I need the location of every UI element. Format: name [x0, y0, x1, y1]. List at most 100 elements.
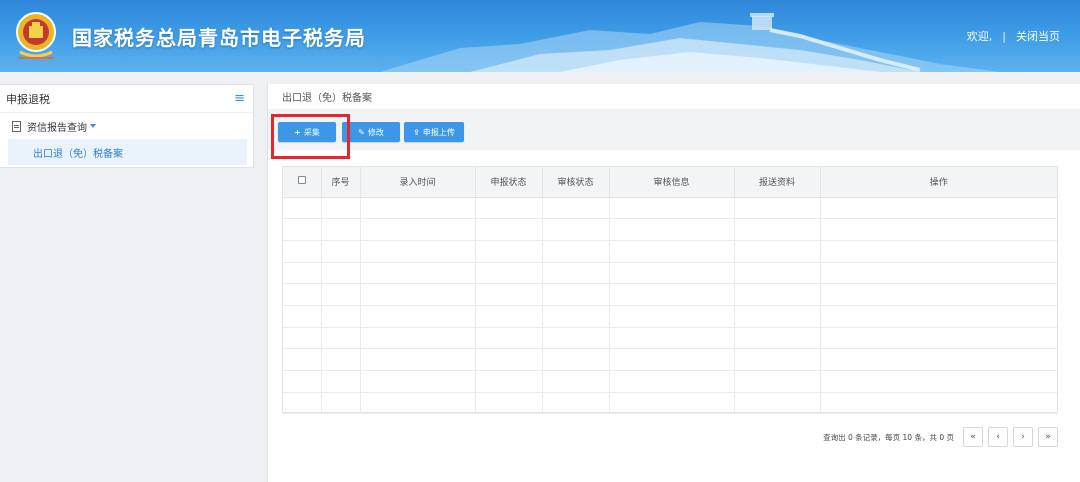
table-row: [283, 392, 1057, 415]
sidebar-item-export-tax-filing[interactable]: 出口退（免）税备案: [8, 139, 247, 165]
table-cell: [542, 240, 610, 263]
site-header: 国家税务总局青岛市电子税务局 欢迎, | 关闭当页: [0, 0, 1080, 72]
table-cell: [609, 327, 735, 350]
first-page-button[interactable]: «: [963, 427, 983, 447]
table-row: [283, 327, 1057, 350]
pagination: 查询出 0 条记录，每页 10 条，共 0 页 « ‹ › »: [823, 427, 1058, 447]
table-body: [283, 197, 1057, 415]
data-table: 序号 录入时间 申报状态 审核状态 审核信息 报送资料 操作: [282, 166, 1058, 415]
table-cell: [609, 283, 735, 306]
table-cell: [360, 197, 476, 220]
modify-button-label: 修改: [367, 127, 384, 137]
sidebar-title: 申报退税: [6, 92, 50, 106]
table-cell: [734, 348, 821, 371]
table-cell: [283, 348, 322, 371]
document-icon: [12, 120, 21, 132]
table-cell: [734, 218, 821, 241]
table-cell: [475, 348, 543, 371]
table-cell: [283, 283, 322, 306]
chevron-down-icon: [90, 124, 96, 128]
modify-button[interactable]: ✎ 修改: [342, 122, 400, 142]
table-cell: [475, 370, 543, 393]
breadcrumb: 出口退（免）税备案: [268, 84, 1080, 110]
table-cell: [820, 197, 1057, 220]
table-cell: [820, 392, 1057, 415]
table-header-row: 序号 录入时间 申报状态 审核状态 审核信息 报送资料 操作: [283, 167, 1057, 198]
table-cell: [475, 327, 543, 350]
breadcrumb-current: 出口退（免）税备案: [282, 93, 372, 104]
table-cell: [820, 348, 1057, 371]
select-all-header: [283, 167, 322, 198]
table-cell: [360, 348, 476, 371]
collect-button-label: 采集: [303, 127, 320, 137]
table-cell: [360, 392, 476, 415]
table-cell: [542, 348, 610, 371]
close-page-link[interactable]: 关闭当页: [1016, 28, 1060, 44]
table-cell: [360, 262, 476, 285]
edit-icon: ✎: [358, 127, 365, 137]
collect-button[interactable]: + 采集: [278, 122, 336, 142]
table-cell: [542, 262, 610, 285]
header-user-area: 欢迎, | 关闭当页: [967, 28, 1060, 44]
table-cell: [734, 370, 821, 393]
column-header[interactable]: 审核状态: [542, 167, 610, 198]
next-page-button[interactable]: ›: [1013, 427, 1033, 447]
table-cell: [283, 218, 322, 241]
toolbar: + 采集 ✎ 修改 ⇪ 申报上传: [268, 110, 1080, 150]
column-header[interactable]: 报送资料: [734, 167, 821, 198]
table-cell: [542, 283, 610, 306]
table-cell: [542, 370, 610, 393]
table-row: [283, 370, 1057, 393]
table-row: [283, 262, 1057, 285]
prev-page-button[interactable]: ‹: [988, 427, 1008, 447]
table-cell: [542, 197, 610, 220]
column-header[interactable]: 序号: [321, 167, 361, 198]
table-cell: [609, 262, 735, 285]
pagination-info: 查询出 0 条记录，每页 10 条，共 0 页: [823, 432, 954, 442]
table-cell: [609, 240, 735, 263]
table-cell: [283, 240, 322, 263]
column-header[interactable]: 申报状态: [475, 167, 543, 198]
column-header[interactable]: 审核信息: [609, 167, 735, 198]
sidebar-item-label: 出口退（免）税备案: [33, 148, 123, 160]
table-cell: [820, 370, 1057, 393]
table-cell: [734, 197, 821, 220]
sidebar-group-label: 资信报告查询: [27, 122, 87, 134]
table-cell: [321, 197, 361, 220]
table-cell: [542, 327, 610, 350]
table-cell: [734, 240, 821, 263]
table-cell: [734, 283, 821, 306]
table-cell: [609, 348, 735, 371]
table-cell: [321, 240, 361, 263]
table-cell: [609, 197, 735, 220]
table-row: [283, 197, 1057, 220]
table-cell: [283, 197, 322, 220]
last-page-button[interactable]: »: [1038, 427, 1058, 447]
table-cell: [321, 218, 361, 241]
upload-icon: ⇪: [413, 127, 420, 137]
table-cell: [734, 262, 821, 285]
table-cell: [820, 262, 1057, 285]
sidebar-group-credit-report[interactable]: 资信报告查询: [0, 113, 253, 139]
table-cell: [321, 348, 361, 371]
table-cell: [475, 262, 543, 285]
table-cell: [360, 305, 476, 328]
table-cell: [820, 305, 1057, 328]
table-cell: [283, 392, 322, 415]
table-cell: [820, 327, 1057, 350]
table-cell: [321, 262, 361, 285]
plus-icon: +: [294, 127, 301, 137]
table-cell: [360, 240, 476, 263]
table-cell: [360, 327, 476, 350]
table-cell: [609, 218, 735, 241]
tax-bureau-emblem-icon: [16, 12, 56, 59]
hamburger-icon[interactable]: ≡: [234, 91, 245, 106]
select-all-checkbox[interactable]: [297, 176, 306, 185]
table-cell: [609, 370, 735, 393]
table-row: [283, 305, 1057, 328]
sidebar: 申报退税 ≡ 资信报告查询 出口退（免）税备案: [0, 84, 254, 168]
column-header[interactable]: 操作: [820, 167, 1057, 198]
column-header[interactable]: 录入时间: [360, 167, 476, 198]
table-cell: [283, 327, 322, 350]
upload-button[interactable]: ⇪ 申报上传: [404, 122, 464, 142]
